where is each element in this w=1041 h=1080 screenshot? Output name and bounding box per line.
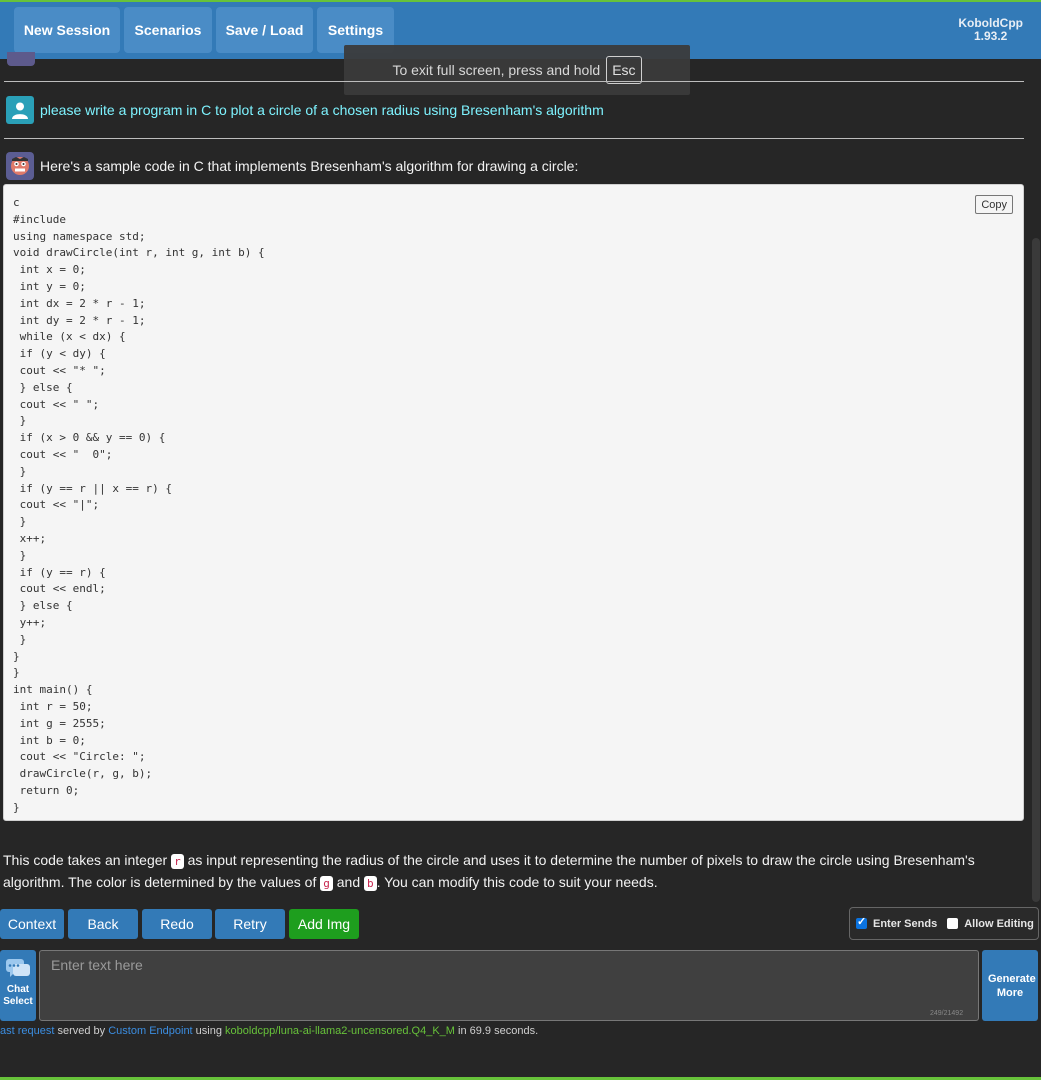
- fullscreen-notice-text: To exit full screen, press and hold: [392, 62, 601, 78]
- user-message: please write a program in C to plot a ci…: [6, 96, 604, 124]
- copy-code-button[interactable]: Copy: [975, 195, 1013, 214]
- inline-code-b: b: [364, 876, 377, 891]
- scenarios-button[interactable]: Scenarios: [124, 7, 212, 53]
- chat-input[interactable]: [39, 950, 979, 1021]
- chat-select-button[interactable]: Chat Select: [0, 950, 36, 1021]
- bot-explanation-text: This code takes an integer r as input re…: [3, 850, 1033, 894]
- options-panel: Enter Sends Allow Editing: [849, 907, 1039, 940]
- custom-endpoint-link[interactable]: Custom Endpoint: [108, 1025, 192, 1037]
- allow-editing-label: Allow Editing: [964, 917, 1034, 930]
- code-content: c #include using namespace std; void dra…: [13, 196, 265, 814]
- explain-part: . You can modify this code to suit your …: [376, 874, 658, 890]
- bot-avatar-icon: [6, 152, 34, 180]
- redo-button[interactable]: Redo: [142, 909, 212, 939]
- retry-button[interactable]: Retry: [215, 909, 285, 939]
- chat-select-label-1: Chat: [6, 984, 30, 995]
- inline-code-r: r: [171, 854, 184, 869]
- status-text: served by: [54, 1025, 109, 1037]
- user-message-text: please write a program in C to plot a ci…: [40, 102, 604, 118]
- message-divider: [4, 81, 1024, 82]
- esc-key-label: Esc: [606, 56, 642, 84]
- save-load-button[interactable]: Save / Load: [216, 7, 313, 53]
- status-line: ast request served by Custom Endpoint us…: [0, 1025, 538, 1037]
- inline-code-g: g: [320, 876, 333, 891]
- generate-more-button[interactable]: Generate More: [982, 950, 1038, 1021]
- brand-version: 1.93.2: [973, 29, 1008, 43]
- model-name-link[interactable]: koboldcpp/luna-ai-llama2-uncensored.Q4_K…: [225, 1025, 455, 1037]
- back-button[interactable]: Back: [68, 909, 138, 939]
- bot-intro-text: Here's a sample code in C that implement…: [40, 158, 579, 174]
- token-counter: 249/21492: [930, 1010, 964, 1017]
- code-block: Copy c #include using namespace std; voi…: [3, 184, 1024, 821]
- chat-scrollbar[interactable]: [1032, 238, 1040, 902]
- enter-sends-checkbox[interactable]: [856, 915, 867, 929]
- last-request-link[interactable]: ast request: [0, 1025, 54, 1037]
- allow-editing-checkbox[interactable]: [947, 918, 959, 929]
- status-duration: in 69.9 seconds.: [454, 1025, 539, 1037]
- chat-bubble-icon: [0, 950, 36, 984]
- chat-select-label-2: Select: [3, 996, 33, 1007]
- bot-message-header: Here's a sample code in C that implement…: [6, 152, 578, 180]
- bot-avatar-partial: [7, 52, 35, 66]
- brand-label: KoboldCpp 1.93.2: [958, 17, 1023, 43]
- fullscreen-exit-notice: To exit full screen, press and hold Esc: [344, 45, 690, 95]
- status-text: using: [192, 1025, 226, 1037]
- generate-more-label-1: Generate: [988, 972, 1036, 985]
- message-divider: [4, 138, 1024, 139]
- new-session-button[interactable]: New Session: [14, 7, 120, 53]
- context-button[interactable]: Context: [0, 909, 64, 939]
- user-avatar-icon: [6, 96, 34, 124]
- enter-sends-label: Enter Sends: [873, 917, 938, 930]
- generate-more-label-2: More: [996, 986, 1024, 999]
- explain-part: This code takes an integer: [3, 852, 172, 868]
- add-img-button[interactable]: Add Img: [289, 909, 359, 939]
- explain-part: and: [332, 874, 365, 890]
